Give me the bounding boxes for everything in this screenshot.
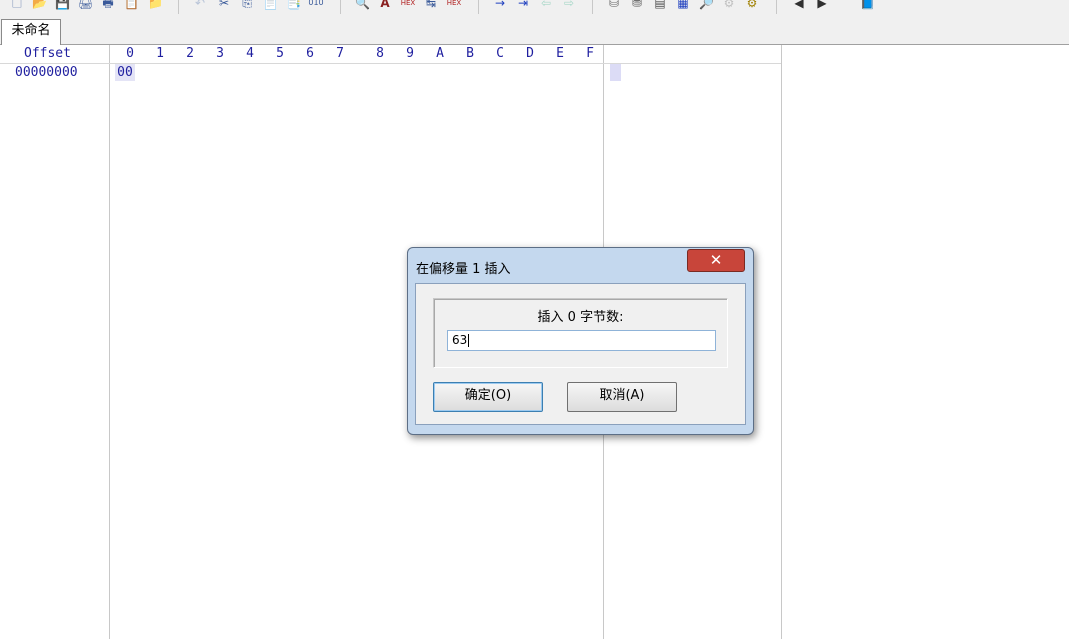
save-icon[interactable]: 💾 bbox=[55, 0, 70, 12]
column-header: 0 bbox=[126, 46, 134, 61]
find-hex-icon[interactable]: HEX bbox=[398, 0, 418, 12]
find-text-icon[interactable]: A bbox=[378, 0, 392, 12]
insert-bytes-dialog: 在偏移量 1 插入 ✕ 插入 0 字节数: 63 确定(O) 取消(A) bbox=[407, 247, 754, 435]
row-offset: 00000000 bbox=[15, 65, 78, 80]
forward-icon[interactable]: ⇨ bbox=[562, 0, 576, 12]
column-header: 6 bbox=[306, 46, 314, 61]
byte-count-input[interactable]: 63 bbox=[447, 330, 716, 351]
print-preview-icon[interactable]: 🖶 bbox=[101, 0, 115, 12]
input-value: 63 bbox=[452, 333, 468, 347]
properties-icon[interactable]: 📋 bbox=[124, 0, 139, 12]
paste-icon[interactable]: 📄 bbox=[263, 0, 278, 12]
main-toolbar: 🗋 📂 💾 🖨 🖶 📋 📁 ↶ ✂ ⎘ 📄 📑 010 🔍 A HEX ↹ HE… bbox=[0, 0, 1069, 16]
column-header: E bbox=[556, 46, 564, 61]
column-header: C bbox=[496, 46, 504, 61]
byte-count-group: 插入 0 字节数: 63 bbox=[433, 298, 728, 368]
text-cursor-cell[interactable] bbox=[610, 64, 621, 81]
toolbar-separator bbox=[592, 0, 593, 14]
toolbar-separator bbox=[340, 0, 341, 14]
goto-offset-icon[interactable]: ⇥ bbox=[516, 0, 530, 12]
toolbar-separator bbox=[178, 0, 179, 14]
paste-special-icon[interactable]: 📑 bbox=[286, 0, 301, 12]
column-header: 2 bbox=[186, 46, 194, 61]
column-header: 9 bbox=[406, 46, 414, 61]
find-icon[interactable]: 🔍 bbox=[355, 0, 370, 12]
print-icon[interactable]: 🖨 bbox=[78, 0, 93, 12]
prev-window-icon[interactable]: ◀ bbox=[792, 0, 806, 12]
edit-folder-icon[interactable]: 📁 bbox=[148, 0, 163, 12]
copy-icon[interactable]: ⎘ bbox=[240, 0, 254, 12]
analyze-icon[interactable]: 🔎 bbox=[699, 0, 714, 12]
next-window-icon[interactable]: ▶ bbox=[815, 0, 829, 12]
ok-button[interactable]: 确定(O) bbox=[433, 382, 543, 412]
byte-count-label: 插入 0 字节数: bbox=[537, 310, 624, 325]
column-header: 4 bbox=[246, 46, 254, 61]
offset-divider bbox=[109, 45, 110, 639]
column-header: 3 bbox=[216, 46, 224, 61]
toolbar-separator bbox=[776, 0, 777, 14]
help-book-icon[interactable]: 📘 bbox=[860, 0, 875, 12]
disk-icon[interactable]: ⛁ bbox=[607, 0, 621, 12]
column-header: 7 bbox=[336, 46, 344, 61]
replace-icon[interactable]: ↹ bbox=[424, 0, 438, 12]
text-caret bbox=[468, 334, 470, 347]
document-tab-strip: 未命名 bbox=[0, 16, 1069, 45]
column-header: B bbox=[466, 46, 474, 61]
column-header: 1 bbox=[156, 46, 164, 61]
text-pane-divider bbox=[781, 45, 782, 639]
undo-icon[interactable]: ↶ bbox=[193, 0, 207, 12]
cancel-button[interactable]: 取消(A) bbox=[567, 382, 677, 412]
close-button[interactable]: ✕ bbox=[687, 249, 745, 272]
calculator-icon[interactable]: ▦ bbox=[676, 0, 690, 12]
column-header: F bbox=[586, 46, 594, 61]
hex-byte-cell[interactable]: 00 bbox=[115, 64, 135, 81]
back-icon[interactable]: ⇦ bbox=[539, 0, 553, 12]
goto-icon[interactable]: → bbox=[493, 0, 507, 12]
disk-open-icon[interactable]: ⛃ bbox=[630, 0, 644, 12]
cut-icon[interactable]: ✂ bbox=[217, 0, 231, 12]
column-header: D bbox=[526, 46, 534, 61]
dialog-body: 插入 0 字节数: 63 确定(O) 取消(A) bbox=[415, 283, 746, 425]
column-header: A bbox=[436, 46, 444, 61]
tab-untitled[interactable]: 未命名 bbox=[1, 19, 61, 45]
column-header: 8 bbox=[376, 46, 384, 61]
ram-icon[interactable]: ▤ bbox=[653, 0, 667, 12]
new-file-icon[interactable]: 🗋 bbox=[10, 0, 24, 12]
toolbar-separator bbox=[478, 0, 479, 14]
column-header: 5 bbox=[276, 46, 284, 61]
open-folder-icon[interactable]: 📂 bbox=[32, 0, 47, 12]
replace-hex-icon[interactable]: HEX bbox=[444, 0, 464, 12]
close-icon: ✕ bbox=[709, 251, 723, 269]
binary-icon[interactable]: 010 bbox=[306, 0, 326, 12]
gear-icon[interactable]: ⚙ bbox=[745, 0, 759, 12]
options-icon[interactable]: ⚙ bbox=[722, 0, 736, 12]
dialog-title: 在偏移量 1 插入 bbox=[416, 262, 511, 277]
offset-column-header: Offset bbox=[24, 46, 71, 61]
